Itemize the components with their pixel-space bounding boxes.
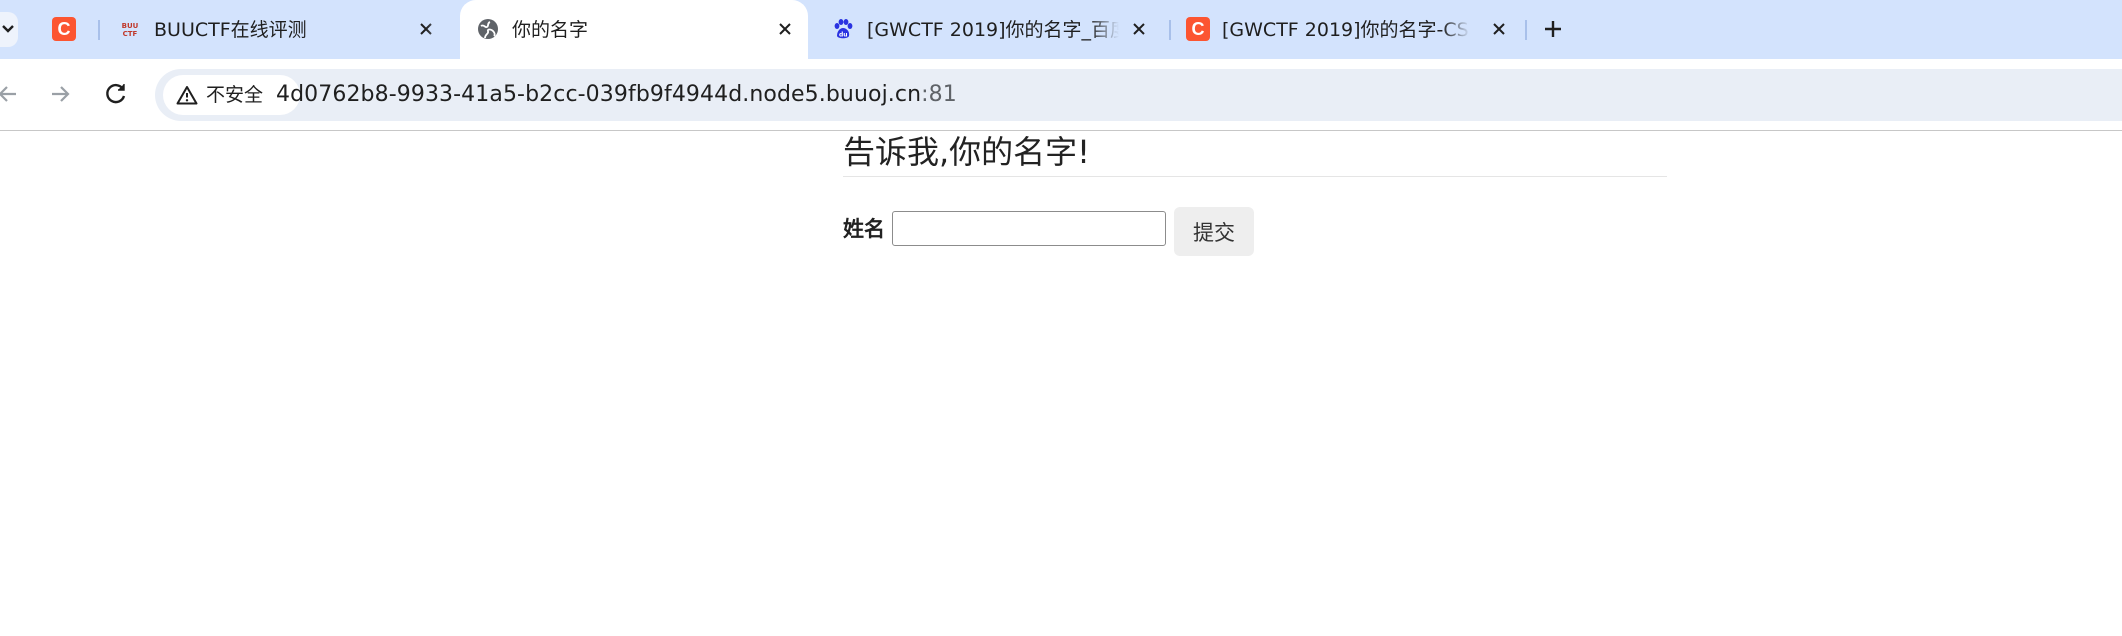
tab-csdn-article[interactable]: C [GWCTF 2019]你的名字-CSDN [1172,0,1520,59]
title-divider [843,176,1667,177]
tab-separator [98,20,100,40]
tab-strip: C BUU CTF BUUCTF在线评测 你的名字 du [GWCTF 2019… [0,0,2122,59]
tab-active-your-name[interactable]: 你的名字 [460,0,808,59]
tab-title: 你的名字 [512,19,589,41]
new-tab-plus-icon[interactable] [1541,17,1565,41]
url-port: :81 [921,82,957,107]
tab-buuctf[interactable]: BUU CTF BUUCTF在线评测 [102,0,454,59]
close-icon[interactable] [1128,18,1150,40]
close-icon[interactable] [774,18,796,40]
tab-separator [1169,20,1171,40]
name-label: 姓名 [843,217,885,241]
tab-title: BUUCTF在线评测 [154,19,307,41]
csdn-icon: C [1186,17,1210,41]
chevron-down-icon [2,25,14,33]
name-input[interactable] [892,211,1166,246]
svg-text:BUU: BUU [122,22,139,30]
browser-toolbar: 不安全 4d0762b8-9933-41a5-b2cc-039fb9f4944d… [0,59,2122,131]
svg-text:du: du [839,32,848,39]
buuctf-icon: BUU CTF [118,17,142,41]
close-icon[interactable] [415,18,437,40]
url-host: 4d0762b8-9933-41a5-b2cc-039fb9f4944d.nod… [276,82,922,107]
reload-icon[interactable] [101,79,131,109]
security-label: 不安全 [206,84,264,106]
tab-pinned-csdn[interactable]: C [40,0,90,59]
csdn-icon: C [52,17,76,41]
submit-button[interactable]: 提交 [1174,207,1254,256]
close-icon[interactable] [1488,18,1510,40]
address-bar[interactable]: 不安全 4d0762b8-9933-41a5-b2cc-039fb9f4944d… [155,69,2122,121]
tab-separator [1525,20,1527,40]
baidu-paw-icon: du [831,17,855,41]
page-title: 告诉我,你的名字! [843,133,1091,171]
tab-baidu-search[interactable]: du [GWCTF 2019]你的名字_百度搜 [815,0,1167,59]
back-arrow-icon[interactable] [0,79,24,109]
tab-search-button[interactable] [0,12,18,47]
svg-text:CTF: CTF [123,30,138,38]
globe-icon [476,17,500,41]
url-text[interactable]: 4d0762b8-9933-41a5-b2cc-039fb9f4944d.nod… [276,81,957,109]
tab-title: [GWCTF 2019]你的名字-CSDN [1222,16,1470,44]
tab-title: [GWCTF 2019]你的名字_百度搜 [867,16,1119,44]
warning-triangle-icon [176,86,198,105]
forward-arrow-icon[interactable] [46,79,76,109]
